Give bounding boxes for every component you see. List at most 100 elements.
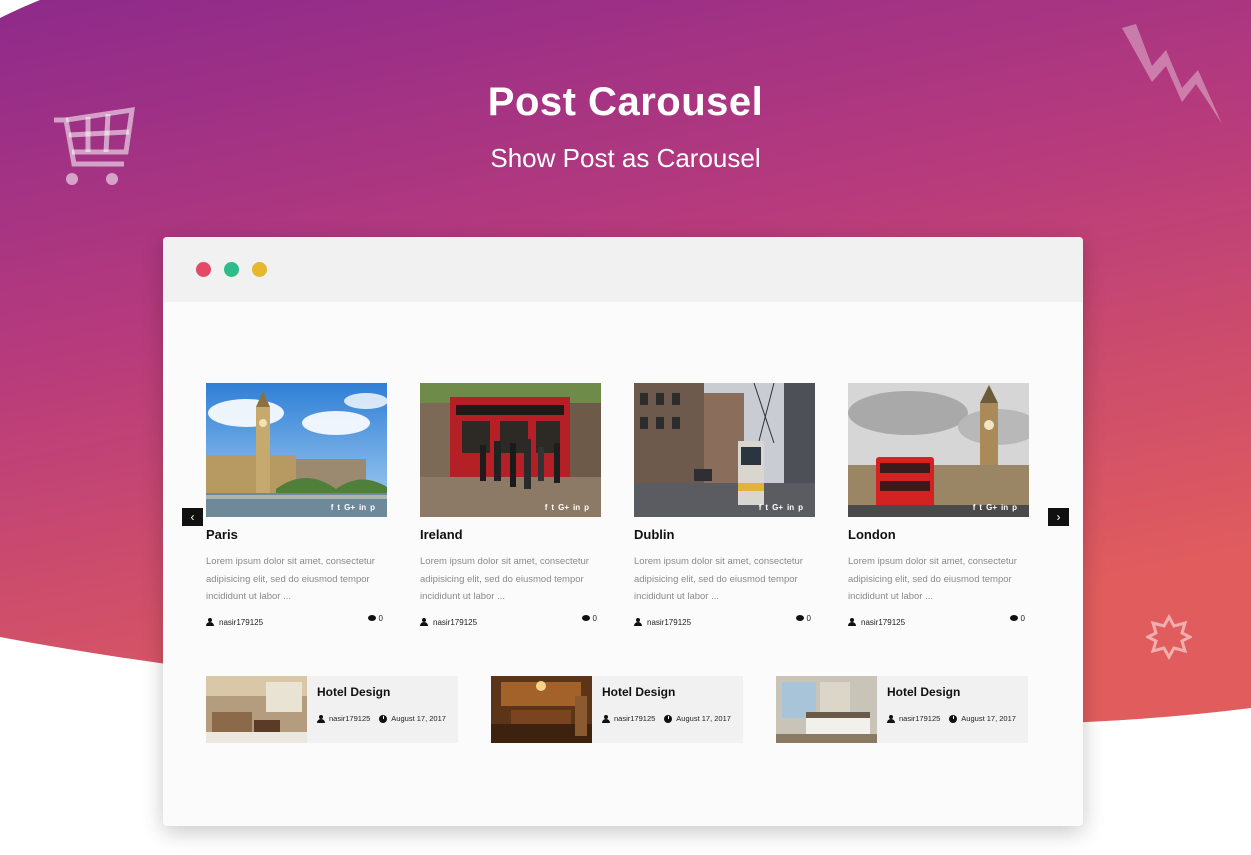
post-title[interactable]: London [848,527,1029,542]
post-author[interactable]: nasir179125 [887,714,940,723]
post-thumbnail[interactable]: f t G+ in p [206,383,387,517]
pinterest-icon[interactable]: p [798,503,803,513]
post-card: f t G+ in p Dublin Lorem ipsum dolor sit… [634,383,815,630]
linkedin-icon[interactable]: in [359,503,366,513]
list-post-meta: nasir179125 August 17, 2017 [602,714,740,723]
list-post-title[interactable]: Hotel Design [317,685,390,699]
comment-count: 0 [378,613,383,623]
post-title[interactable]: Ireland [420,527,601,542]
post-card: f t G+ in p Paris Lorem ipsum dolor sit … [206,383,387,630]
shopping-cart-icon [52,104,138,192]
pinterest-icon[interactable]: p [1012,503,1017,513]
post-comments[interactable]: 0 [795,613,811,623]
list-post-thumbnail[interactable] [206,676,307,743]
post-author[interactable]: nasir179125 [420,618,477,627]
browser-title-bar [163,237,1083,302]
user-icon [420,618,428,626]
twitter-icon[interactable]: t [979,503,982,513]
browser-window: ‹ › f t G+ in p Paris Lorem ipsum dolor … [163,237,1083,826]
clock-icon [664,714,673,723]
twitter-icon[interactable]: t [765,503,768,513]
carousel-prev-button[interactable]: ‹ [182,508,203,526]
clock-icon [949,714,958,723]
post-date: August 17, 2017 [949,714,1016,723]
post-author[interactable]: nasir179125 [848,618,905,627]
post-author[interactable]: nasir179125 [634,618,691,627]
list-post-thumbnail[interactable] [776,676,877,743]
window-minimize-dot[interactable] [252,262,267,277]
post-meta: nasir179125 0 [634,613,815,630]
post-thumbnail[interactable]: f t G+ in p [634,383,815,517]
pinterest-icon[interactable]: p [370,503,375,513]
post-meta: nasir179125 0 [848,613,1029,630]
comment-count: 0 [1020,613,1025,623]
list-post-meta: nasir179125 August 17, 2017 [887,714,1025,723]
social-share-icons[interactable]: f t G+ in p [759,503,803,513]
post-author[interactable]: nasir179125 [206,618,263,627]
post-thumbnail[interactable]: f t G+ in p [848,383,1029,517]
post-excerpt: Lorem ipsum dolor sit amet, consectetur … [634,556,803,602]
google-plus-icon[interactable]: G+ [558,503,569,513]
list-post-item: Hotel Design nasir179125 August 17, 2017 [206,676,458,743]
list-post-title[interactable]: Hotel Design [602,685,675,699]
user-icon [602,714,610,723]
star-badge-icon [1144,613,1194,661]
list-post-thumbnail[interactable] [491,676,592,743]
facebook-icon[interactable]: f [973,503,976,513]
window-close-dot[interactable] [196,262,211,277]
author-name: nasir179125 [899,714,941,723]
twitter-icon[interactable]: t [337,503,340,513]
author-name: nasir179125 [647,617,692,627]
google-plus-icon[interactable]: G+ [986,503,997,513]
twitter-icon[interactable]: t [551,503,554,513]
list-post-meta: nasir179125 August 17, 2017 [317,714,455,723]
facebook-icon[interactable]: f [545,503,548,513]
social-share-icons[interactable]: f t G+ in p [545,503,589,513]
carousel-next-button[interactable]: › [1048,508,1069,526]
user-icon [317,714,325,723]
chevron-right-icon: › [1056,510,1061,524]
social-share-icons[interactable]: f t G+ in p [331,503,375,513]
clock-icon [379,714,388,723]
post-comments[interactable]: 0 [1009,613,1025,623]
author-name: nasir179125 [329,714,371,723]
google-plus-icon[interactable]: G+ [344,503,355,513]
comment-count: 0 [806,613,811,623]
post-date: August 17, 2017 [664,714,731,723]
comment-icon [367,615,376,621]
list-post-title[interactable]: Hotel Design [887,685,960,699]
comment-icon [581,615,590,621]
social-share-icons[interactable]: f t G+ in p [973,503,1017,513]
author-name: nasir179125 [861,617,906,627]
post-excerpt: Lorem ipsum dolor sit amet, consectetur … [420,556,589,602]
author-name: nasir179125 [614,714,656,723]
facebook-icon[interactable]: f [331,503,334,513]
post-comments[interactable]: 0 [581,614,597,623]
window-maximize-dot[interactable] [224,262,239,277]
page-title: Post Carousel [487,80,764,124]
post-author[interactable]: nasir179125 [602,714,655,723]
post-excerpt: Lorem ipsum dolor sit amet, consectetur … [848,556,1017,602]
user-icon [206,618,214,626]
facebook-icon[interactable]: f [759,503,762,513]
google-plus-icon[interactable]: G+ [772,503,783,513]
user-icon [634,618,642,626]
chevron-left-icon: ‹ [190,510,195,524]
linkedin-icon[interactable]: in [787,503,794,513]
post-thumbnail[interactable]: f t G+ in p [420,383,601,517]
post-comments[interactable]: 0 [367,613,383,623]
post-author[interactable]: nasir179125 [317,714,370,723]
pinterest-icon[interactable]: p [584,503,589,513]
post-excerpt: Lorem ipsum dolor sit amet, consectetur … [206,556,375,602]
linkedin-icon[interactable]: in [573,503,580,513]
list-post-item: Hotel Design nasir179125 August 17, 2017 [491,676,743,743]
post-meta: nasir179125 0 [206,613,387,630]
comment-icon [795,615,804,621]
date-text: August 17, 2017 [391,714,446,723]
post-title[interactable]: Dublin [634,527,815,542]
post-title[interactable]: Paris [206,527,387,542]
user-icon [887,714,895,723]
linkedin-icon[interactable]: in [1001,503,1008,513]
post-card: f t G+ in p London Lorem ipsum dolor sit… [848,383,1029,630]
page-subtitle: Show Post as Carousel [490,143,761,173]
